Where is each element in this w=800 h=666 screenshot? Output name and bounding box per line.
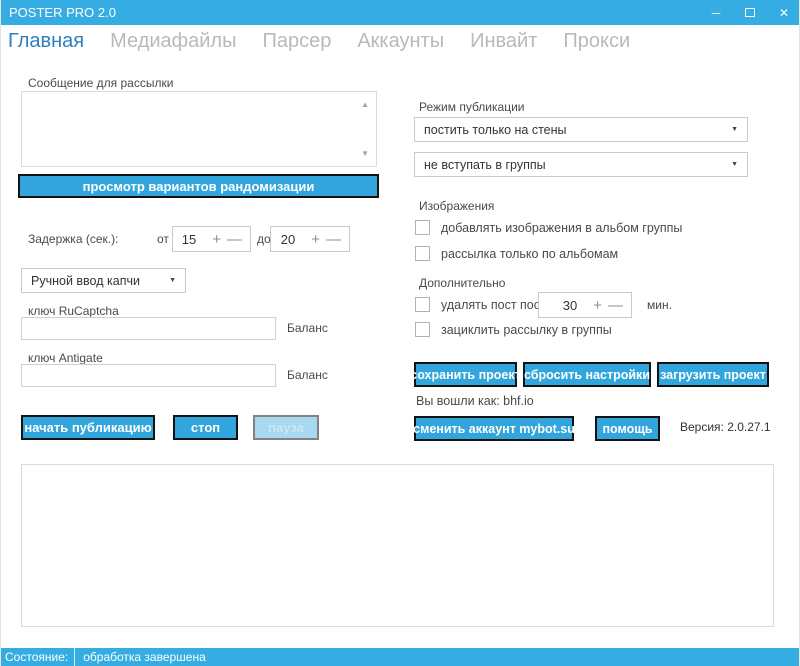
tab-proxy[interactable]: Прокси bbox=[550, 30, 643, 53]
message-textarea[interactable]: ▲ ▼ bbox=[21, 91, 377, 167]
window-title: POSTER PRO 2.0 bbox=[9, 0, 116, 25]
delay-to-label: до bbox=[257, 232, 271, 246]
delay-from-spinner[interactable]: 15 + — bbox=[172, 226, 251, 252]
help-button[interactable]: помощь bbox=[595, 416, 660, 441]
log-listbox[interactable] bbox=[21, 464, 774, 627]
start-publication-button[interactable]: начать публикацию bbox=[21, 415, 155, 440]
status-bar: Состояние: обработка завершена bbox=[1, 648, 800, 666]
publication-mode-select[interactable]: постить только на стены ▼ bbox=[414, 117, 748, 142]
tab-mediafiles[interactable]: Медиафайлы bbox=[97, 30, 249, 53]
antigate-balance-label: Баланс bbox=[287, 368, 328, 382]
status-value: обработка завершена bbox=[75, 650, 206, 664]
publication-mode-label: Режим публикации bbox=[419, 100, 524, 114]
plus-icon[interactable]: + bbox=[311, 232, 320, 247]
add-images-checkbox[interactable] bbox=[415, 220, 430, 235]
tab-invite[interactable]: Инвайт bbox=[457, 30, 550, 53]
rucaptcha-key-input[interactable] bbox=[21, 317, 276, 340]
randomize-preview-button[interactable]: просмотр вариантов рандомизации bbox=[18, 174, 379, 198]
chevron-down-icon: ▼ bbox=[731, 161, 738, 168]
tab-accounts[interactable]: Аккаунты bbox=[344, 30, 457, 53]
group-join-value: не вступать в группы bbox=[424, 158, 546, 172]
publication-mode-value: постить только на стены bbox=[424, 123, 567, 137]
captcha-mode-value: Ручной ввод капчи bbox=[31, 274, 140, 288]
loop-mailing-label: зациклить рассылку в группы bbox=[441, 323, 612, 337]
status-label: Состояние: bbox=[1, 650, 74, 664]
delete-post-checkbox[interactable] bbox=[415, 297, 430, 312]
scroll-down-icon[interactable]: ▼ bbox=[361, 149, 369, 158]
captcha-mode-select[interactable]: Ручной ввод капчи ▼ bbox=[21, 268, 186, 293]
rucaptcha-balance-label: Баланс bbox=[287, 321, 328, 335]
close-button[interactable]: ✕ bbox=[767, 0, 800, 25]
plus-icon[interactable]: + bbox=[212, 232, 221, 247]
minimize-icon: ─ bbox=[712, 6, 721, 20]
delete-minutes-value: 30 bbox=[563, 298, 577, 313]
version-text: Версия: 2.0.27.1 bbox=[680, 420, 771, 434]
delay-from-value: 15 bbox=[182, 232, 196, 247]
minutes-label: мин. bbox=[647, 298, 672, 312]
logged-in-text: Вы вошли как: bhf.io bbox=[416, 394, 534, 408]
antigate-key-input[interactable] bbox=[21, 364, 276, 387]
delay-from-label: от bbox=[157, 232, 169, 246]
chevron-down-icon: ▼ bbox=[169, 277, 176, 284]
minus-icon[interactable]: — bbox=[227, 232, 242, 247]
message-label: Сообщение для рассылки bbox=[28, 76, 173, 90]
load-project-button[interactable]: загрузить проект bbox=[657, 362, 769, 387]
delay-to-spinner[interactable]: 20 + — bbox=[270, 226, 350, 252]
rucaptcha-label: ключ RuCaptcha bbox=[28, 304, 119, 318]
tab-bar: Главная Медиафайлы Парсер Аккаунты Инвай… bbox=[8, 30, 643, 53]
pause-button: пауза bbox=[253, 415, 319, 440]
delete-minutes-spinner[interactable]: 30 + — bbox=[538, 292, 632, 318]
title-bar: POSTER PRO 2.0 ─ ✕ bbox=[1, 0, 800, 25]
reset-settings-button[interactable]: сбросить настройки bbox=[523, 362, 651, 387]
status-divider bbox=[74, 648, 75, 666]
save-project-button[interactable]: сохранить проект bbox=[414, 362, 517, 387]
minimize-button[interactable]: ─ bbox=[699, 0, 733, 25]
delay-to-value: 20 bbox=[281, 232, 295, 247]
loop-mailing-checkbox[interactable] bbox=[415, 322, 430, 337]
scroll-up-icon[interactable]: ▲ bbox=[361, 100, 369, 109]
additional-section-label: Дополнительно bbox=[419, 276, 505, 290]
minus-icon[interactable]: — bbox=[326, 232, 341, 247]
close-icon: ✕ bbox=[779, 6, 789, 20]
tab-parser[interactable]: Парсер bbox=[249, 30, 344, 53]
stop-button[interactable]: стоп bbox=[173, 415, 238, 440]
chevron-down-icon: ▼ bbox=[731, 126, 738, 133]
plus-icon[interactable]: + bbox=[593, 298, 602, 313]
window-controls: ─ ✕ bbox=[699, 0, 800, 25]
maximize-button[interactable] bbox=[733, 0, 767, 25]
images-section-label: Изображения bbox=[419, 199, 494, 213]
change-account-button[interactable]: сменить аккаунт mybot.su bbox=[414, 416, 574, 441]
antigate-label: ключ Antigate bbox=[28, 351, 103, 365]
delay-label: Задержка (сек.): bbox=[28, 232, 118, 246]
app-window: POSTER PRO 2.0 ─ ✕ Главная Медиафайлы Па… bbox=[0, 0, 800, 666]
maximize-icon bbox=[745, 8, 755, 17]
group-join-select[interactable]: не вступать в группы ▼ bbox=[414, 152, 748, 177]
minus-icon[interactable]: — bbox=[608, 298, 623, 313]
tab-main[interactable]: Главная bbox=[8, 30, 97, 53]
albums-only-label: рассылка только по альбомам bbox=[441, 247, 618, 261]
add-images-label: добавлять изображения в альбом группы bbox=[441, 221, 682, 235]
albums-only-checkbox[interactable] bbox=[415, 246, 430, 261]
